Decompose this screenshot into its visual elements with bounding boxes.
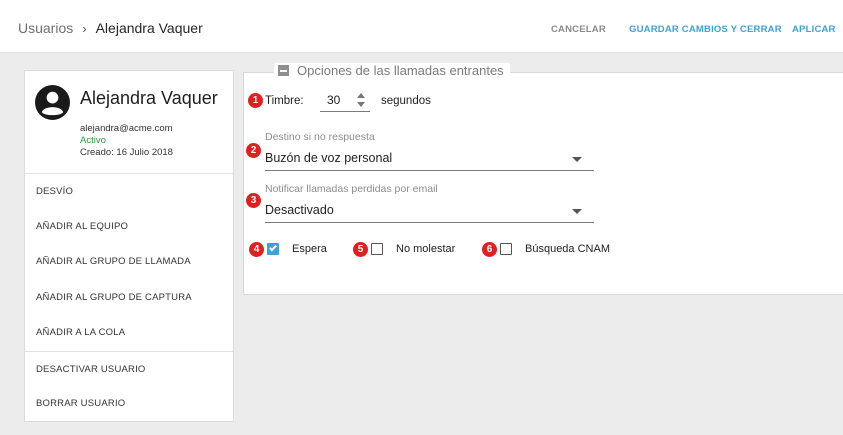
save-and-close-button[interactable]: GUARDAR CAMBIOS Y CERRAR — [629, 24, 782, 35]
menu-item-add-to-queue[interactable]: AÑADIR A LA COLA — [25, 315, 233, 351]
breadcrumb: Usuarios › Alejandra Vaquer — [18, 20, 203, 36]
menu-item-add-to-call-group[interactable]: AÑADIR AL GRUPO DE LLAMADA — [25, 244, 233, 280]
no-answer-label: Destino si no respuesta — [265, 131, 375, 143]
callout-badge-4: 4 — [249, 242, 264, 257]
missed-email-value: Desactivado — [265, 203, 334, 217]
do-not-disturb-checkbox[interactable] — [371, 243, 383, 255]
ring-label: Timbre: — [265, 95, 304, 107]
ring-seconds-stepper[interactable]: 30 — [320, 91, 370, 112]
hold-checkbox[interactable] — [267, 243, 279, 255]
no-answer-value: Buzón de voz personal — [265, 151, 393, 165]
stepper-up-icon[interactable] — [357, 93, 365, 98]
apply-button[interactable]: APLICAR — [792, 24, 836, 35]
minus-square-icon[interactable] — [278, 65, 289, 76]
do-not-disturb-label: No molestar — [396, 243, 456, 255]
menu-item-deactivate-user[interactable]: DESACTIVAR USUARIO — [25, 350, 233, 387]
breadcrumb-current: Alejandra Vaquer — [95, 20, 203, 36]
chevron-down-icon[interactable] — [572, 209, 582, 214]
section-title: Opciones de las llamadas entrantes — [297, 63, 504, 78]
menu-item-add-to-pickup-group[interactable]: AÑADIR AL GRUPO DE CAPTURA — [25, 280, 233, 316]
ring-seconds-value: 30 — [327, 93, 341, 107]
breadcrumb-root-link[interactable]: Usuarios — [18, 20, 73, 36]
top-bar: Usuarios › Alejandra Vaquer CANCELAR GUARD… — [0, 0, 843, 53]
callout-badge-6: 6 — [482, 242, 497, 257]
missed-email-label: Notificar llamadas perdidas por email — [265, 183, 438, 195]
missed-email-select[interactable]: Desactivado — [265, 201, 594, 223]
callout-badge-3: 3 — [246, 193, 261, 208]
menu-item-delete-user[interactable]: BORRAR USUARIO — [25, 386, 233, 422]
menu-item-add-to-team[interactable]: AÑADIR AL EQUIPO — [25, 209, 233, 245]
stepper-down-icon[interactable] — [357, 102, 365, 107]
hold-label: Espera — [292, 243, 327, 255]
cnam-lookup-label: Búsqueda CNAM — [525, 243, 610, 255]
callout-badge-2: 2 — [246, 143, 261, 158]
user-name: Alejandra Vaquer — [80, 88, 218, 108]
check-icon — [269, 243, 277, 252]
no-answer-select[interactable]: Buzón de voz personal — [265, 149, 594, 171]
user-card: Alejandra Vaquer alejandra@acme.com Acti… — [24, 70, 234, 422]
account-circle-icon — [35, 85, 70, 120]
user-actions-menu: DESVÍO AÑADIR AL EQUIPO AÑADIR AL GRUPO … — [25, 173, 233, 422]
cnam-lookup-checkbox[interactable] — [500, 243, 512, 255]
menu-item-desvio[interactable]: DESVÍO — [25, 173, 233, 209]
ring-unit: segundos — [381, 95, 431, 107]
user-created-date: Creado: 16 Julio 2018 — [80, 147, 173, 158]
cancel-button[interactable]: CANCELAR — [551, 24, 606, 35]
user-email: alejandra@acme.com — [80, 123, 173, 134]
callout-badge-5: 5 — [353, 242, 368, 257]
section-header[interactable]: Opciones de las llamadas entrantes — [274, 63, 510, 79]
user-status: Activo — [80, 135, 106, 146]
breadcrumb-separator-icon: › — [82, 21, 87, 36]
callout-badge-1: 1 — [248, 93, 263, 108]
chevron-down-icon[interactable] — [572, 157, 582, 162]
